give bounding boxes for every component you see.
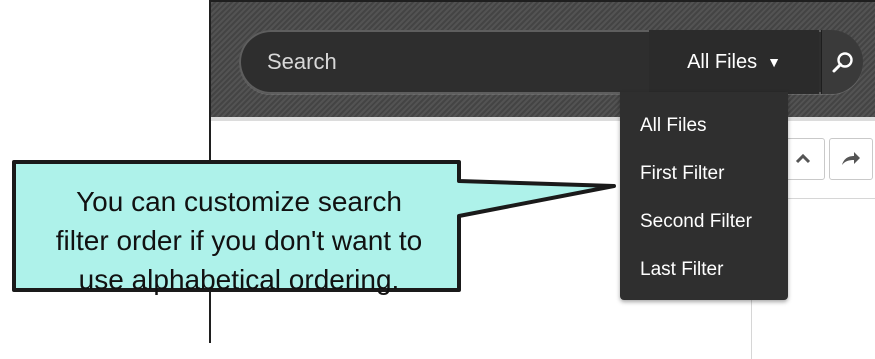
callout-text: You can customize search filter order if… — [14, 182, 464, 299]
callout-line: use alphabetical ordering. — [78, 264, 400, 295]
callout-line: You can customize search — [76, 186, 402, 217]
callout-line: filter order if you don't want to — [55, 225, 423, 256]
